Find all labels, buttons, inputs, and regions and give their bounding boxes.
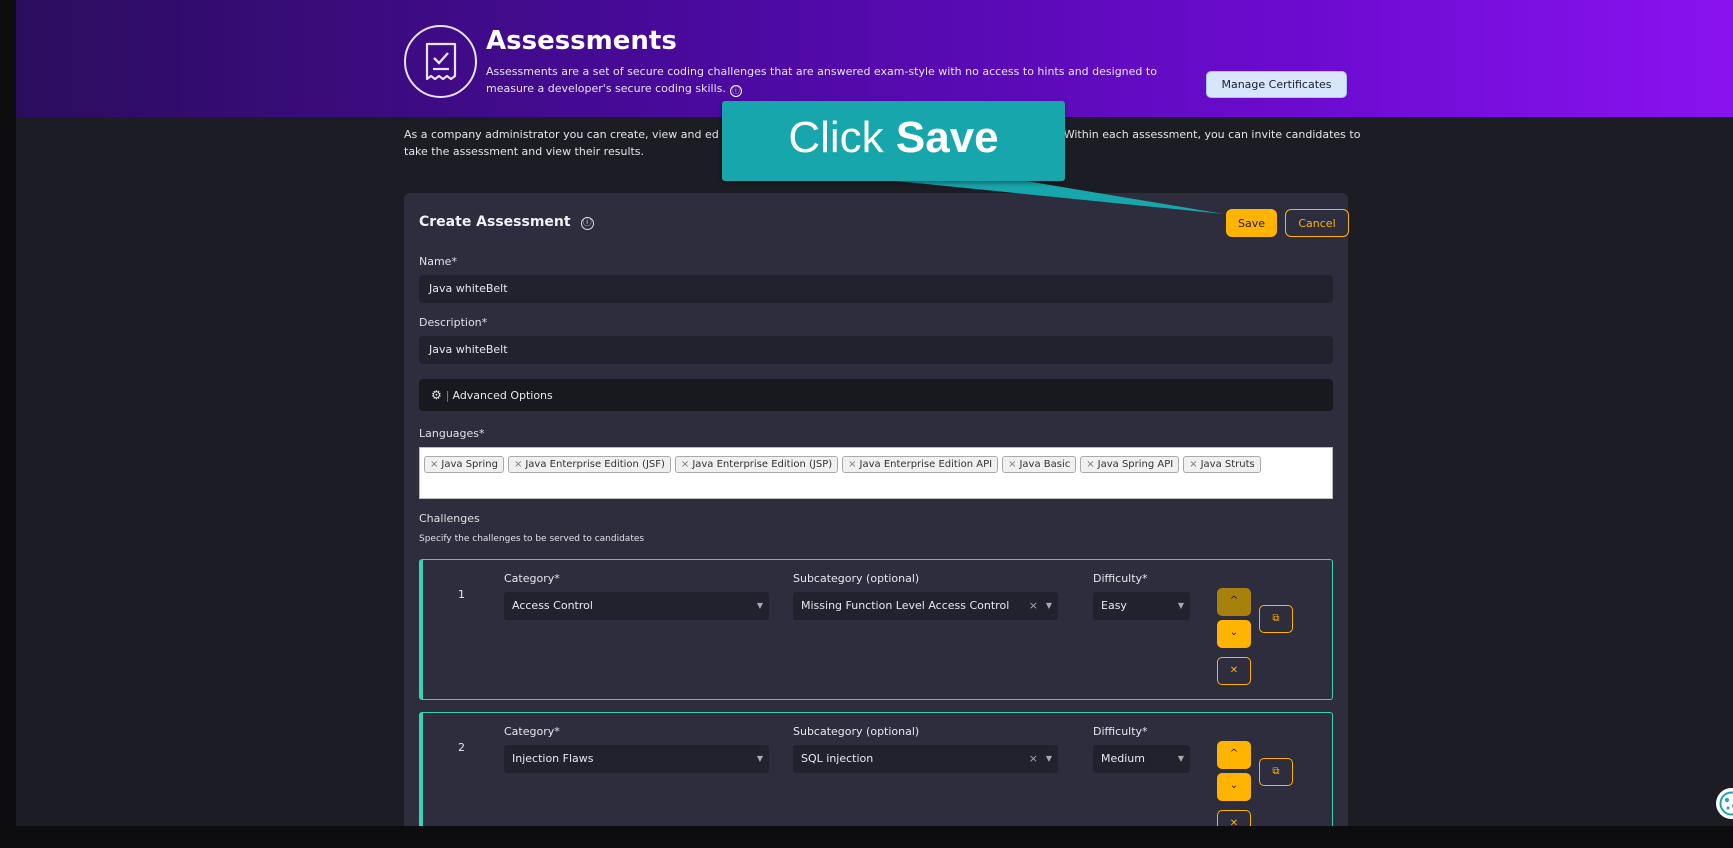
callout-prefix: Click [788,113,884,162]
callout-emphasis: Save [895,113,999,162]
callout-text: Click Save [722,113,1065,163]
cookie-settings-icon[interactable] [1716,788,1733,819]
app-viewport: Assessments Assessments are a set of sec… [16,0,1733,826]
tutorial-callout: Click Save [722,101,1065,181]
